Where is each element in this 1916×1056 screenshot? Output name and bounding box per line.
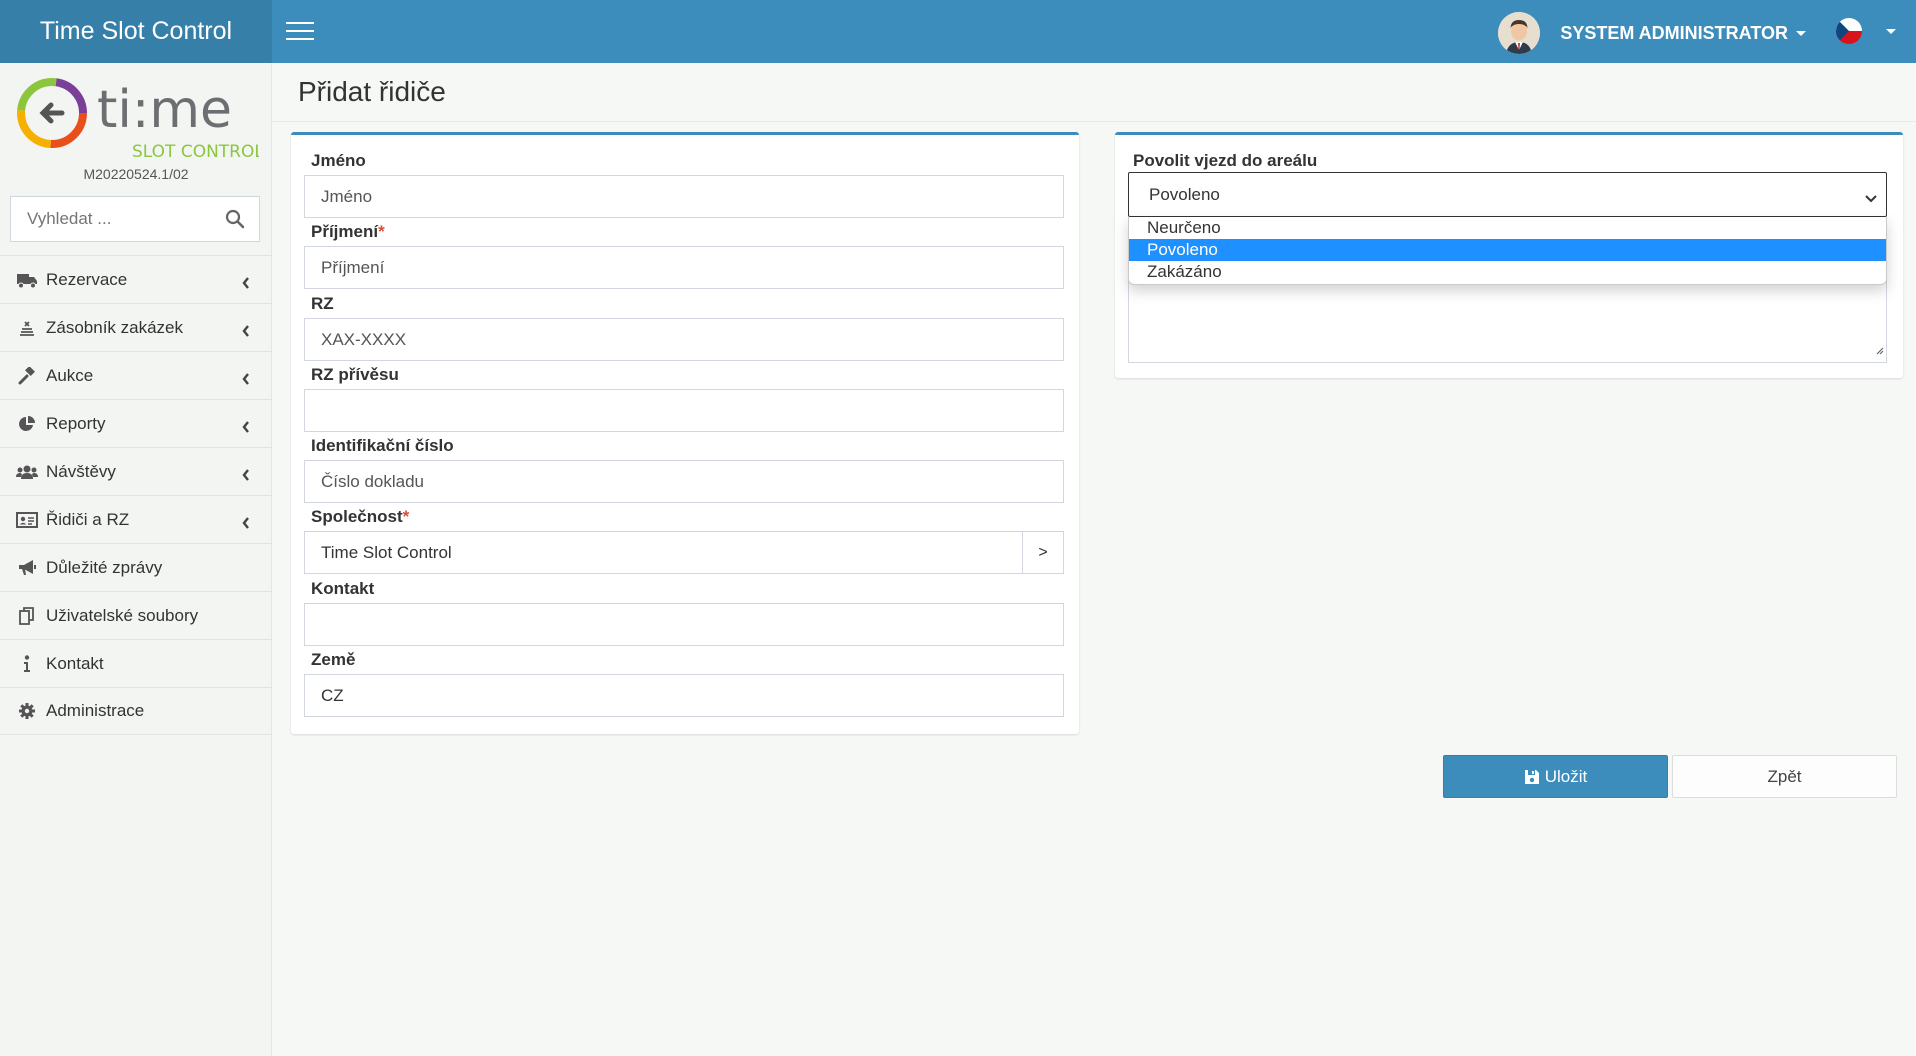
app-version: M20220524.1/02 xyxy=(83,166,189,182)
contact-input[interactable] xyxy=(304,603,1064,646)
company-input[interactable] xyxy=(304,531,1023,574)
floppy-disk-icon xyxy=(1524,769,1540,785)
page-title: Přidat řidiče xyxy=(298,76,446,107)
chevron-left-icon xyxy=(242,322,250,342)
sidebar-item-label: Uživatelské soubory xyxy=(46,605,199,625)
chevron-left-icon xyxy=(242,466,250,486)
sidebar-item-label: Návštěvy xyxy=(46,461,116,481)
select-value: Povoleno xyxy=(1149,184,1220,204)
chevron-left-icon xyxy=(242,514,250,534)
app-title[interactable]: Time Slot Control xyxy=(0,0,272,63)
sidebar-item-label: Řidiči a RZ xyxy=(46,509,130,529)
avatar xyxy=(1498,12,1541,54)
sidebar-search xyxy=(10,196,260,242)
pie-chart-icon xyxy=(16,414,38,434)
sidebar-item-rezervace[interactable]: Rezervace xyxy=(0,255,272,303)
option-povoleno[interactable]: Povoleno xyxy=(1129,239,1886,261)
plate-input[interactable] xyxy=(304,318,1064,361)
option-neurceno[interactable]: Neurčeno xyxy=(1129,217,1886,239)
resize-handle-icon[interactable] xyxy=(1874,342,1884,360)
czech-flag-icon xyxy=(1836,18,1862,44)
users-icon xyxy=(16,462,38,482)
gear-icon xyxy=(16,701,38,721)
trailer-plate-input[interactable] xyxy=(304,389,1064,432)
last-name-label: Příjmení* xyxy=(311,222,385,241)
sidebar-item-navstevy[interactable]: Návštěvy xyxy=(0,447,272,495)
company-label: Společnost* xyxy=(311,507,410,526)
app-logo: ti:me SLOT CONTROL xyxy=(14,75,264,165)
sidebar-item-zasobnik[interactable]: Zásobník zakázek xyxy=(0,303,272,351)
divider xyxy=(272,121,1916,122)
required-marker: * xyxy=(402,507,410,526)
search-input[interactable] xyxy=(27,209,217,229)
company-select-button[interactable]: > xyxy=(1022,531,1064,574)
sidebar-item-administrace[interactable]: Administrace xyxy=(0,687,272,735)
first-name-input[interactable] xyxy=(304,175,1064,218)
entry-permission-select[interactable]: Povoleno xyxy=(1128,172,1887,217)
id-number-label: Identifikační číslo xyxy=(311,436,454,455)
required-marker: * xyxy=(378,222,385,241)
info-icon xyxy=(16,654,38,674)
last-name-input[interactable] xyxy=(304,246,1064,289)
country-label: Země xyxy=(311,650,356,669)
chevron-down-icon xyxy=(1796,30,1806,36)
sidebar-item-kontakt[interactable]: Kontakt xyxy=(0,639,272,687)
chevron-left-icon xyxy=(242,370,250,390)
plate-label: RZ xyxy=(311,294,334,313)
sidebar: ti:me SLOT CONTROL M20220524.1/02 Rezerv… xyxy=(0,63,272,1056)
chevron-down-icon xyxy=(1886,28,1896,34)
chevron-left-icon xyxy=(242,418,250,438)
option-zakazano[interactable]: Zakázáno xyxy=(1129,261,1886,283)
chevron-down-icon xyxy=(1864,189,1878,209)
sidebar-item-label: Rezervace xyxy=(46,269,128,289)
top-navbar: SYSTEM ADMINISTRATOR xyxy=(272,0,1916,63)
entry-permission-dropdown: Neurčeno Povoleno Zakázáno xyxy=(1128,217,1887,285)
sidebar-item-label: Aukce xyxy=(46,365,94,385)
sidebar-item-label: Reporty xyxy=(46,413,106,433)
logo-text: ti:me xyxy=(97,80,232,140)
sidebar-item-label: Důležité zprávy xyxy=(46,557,163,577)
stack-icon xyxy=(16,318,38,338)
country-input[interactable] xyxy=(304,674,1064,717)
entry-permission-label: Povolit vjezd do areálu xyxy=(1133,151,1318,170)
id-number-input[interactable] xyxy=(304,460,1064,503)
save-label: Uložit xyxy=(1544,766,1588,786)
sidebar-item-reporty[interactable]: Reporty xyxy=(0,399,272,447)
sidebar-menu: Rezervace Zásobník zakázek Aukce Reporty… xyxy=(0,255,272,735)
language-selector[interactable] xyxy=(1836,18,1896,44)
id-card-icon xyxy=(16,510,38,530)
save-button[interactable]: Uložit xyxy=(1443,755,1668,798)
sidebar-item-soubory[interactable]: Uživatelské soubory xyxy=(0,591,272,639)
back-button[interactable]: Zpět xyxy=(1672,755,1897,798)
contact-label: Kontakt xyxy=(311,579,375,598)
gavel-icon xyxy=(16,366,38,386)
search-icon[interactable] xyxy=(225,209,245,234)
sidebar-item-label: Zásobník zakázek xyxy=(46,317,184,337)
chevron-left-icon xyxy=(242,274,250,294)
sidebar-item-aukce[interactable]: Aukce xyxy=(0,351,272,399)
sidebar-item-label: Kontakt xyxy=(46,653,104,673)
user-menu[interactable]: SYSTEM ADMINISTRATOR xyxy=(1498,12,1806,54)
sidebar-item-zpravy[interactable]: Důležité zprávy xyxy=(0,543,272,591)
megaphone-icon xyxy=(16,558,38,578)
user-name: SYSTEM ADMINISTRATOR xyxy=(1560,22,1788,43)
logo-subtext: SLOT CONTROL xyxy=(132,142,259,162)
first-name-label: Jméno xyxy=(311,151,366,170)
files-icon xyxy=(16,606,38,626)
sidebar-item-ridici[interactable]: Řidiči a RZ xyxy=(0,495,272,543)
hamburger-menu-icon[interactable] xyxy=(286,22,314,42)
truck-icon xyxy=(16,270,38,290)
trailer-plate-label: RZ přívěsu xyxy=(311,365,399,384)
sidebar-item-label: Administrace xyxy=(46,701,145,720)
